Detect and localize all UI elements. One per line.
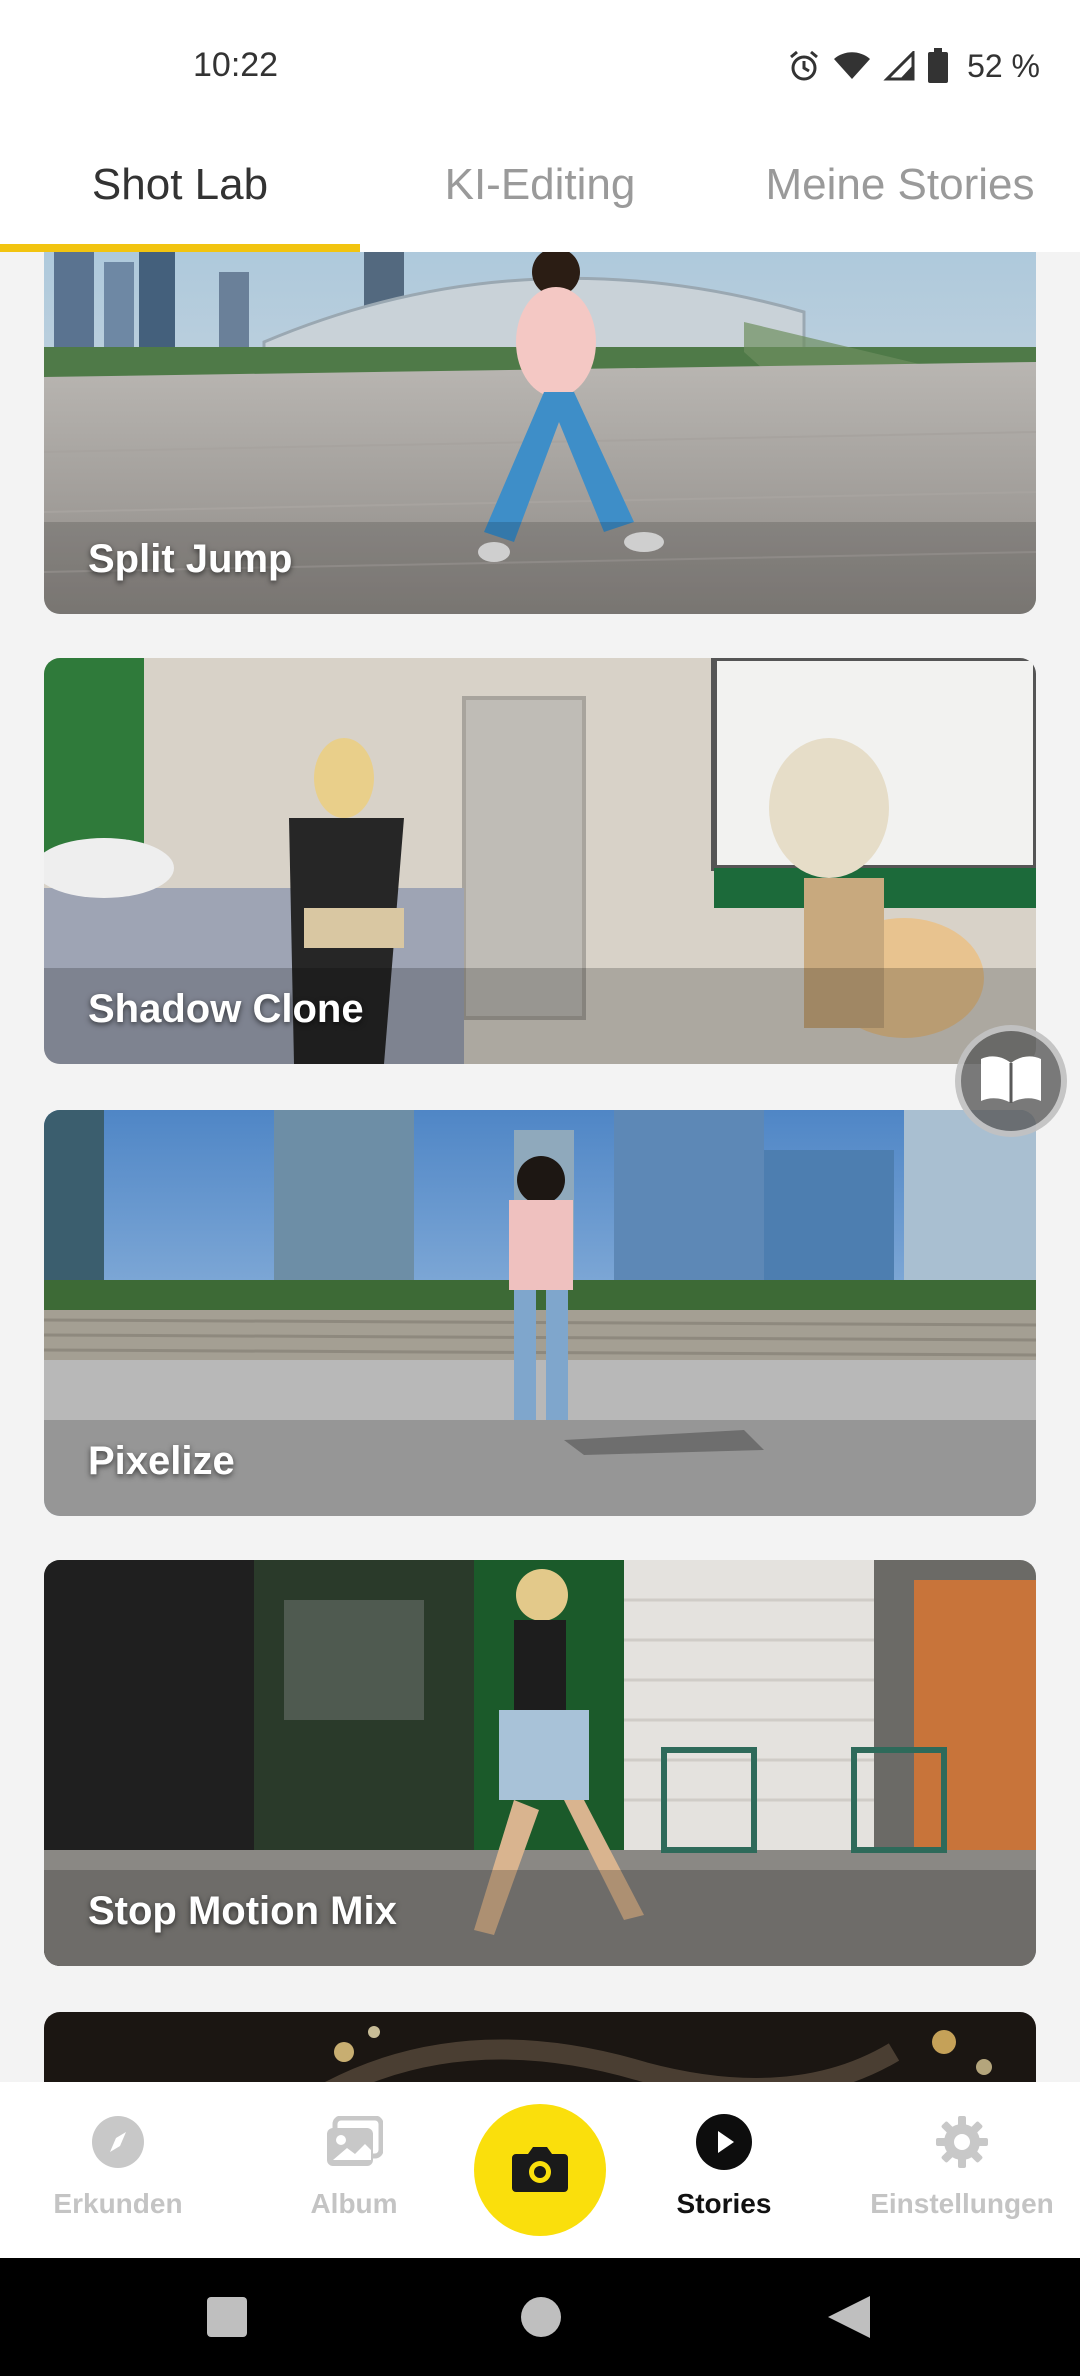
card-pixelize[interactable]: Pixelize: [44, 1110, 1036, 1516]
back-icon[interactable]: [826, 2294, 872, 2345]
nav-label: Erkunden: [53, 2188, 183, 2219]
card-partial[interactable]: [44, 2012, 1036, 2082]
active-tab-indicator: [0, 244, 360, 252]
shot-lab-list[interactable]: Split Jump Shadow Clone Pixelize Stop Mo…: [0, 252, 1080, 2082]
tab-meine-stories[interactable]: Meine Stories: [720, 150, 1080, 220]
card-label: Shadow Clone: [88, 987, 364, 1031]
camera-button[interactable]: [474, 2104, 606, 2236]
tab-shot-lab[interactable]: Shot Lab: [0, 150, 360, 220]
nav-stories[interactable]: Stories: [606, 2082, 842, 2258]
tab-ki-editing[interactable]: KI-Editing: [360, 150, 720, 220]
book-icon: [979, 1053, 1043, 1110]
wifi-icon: [833, 51, 871, 81]
home-icon[interactable]: [520, 2296, 562, 2343]
battery-percent: 52 %: [967, 47, 1040, 84]
nav-label: Stories: [676, 2188, 772, 2219]
card-label: Stop Motion Mix: [88, 1889, 397, 1933]
nav-label: Einstellungen: [870, 2188, 1054, 2219]
signal-icon: [883, 51, 915, 81]
alarm-icon: [787, 49, 821, 83]
system-navigation-bar: [0, 2258, 1080, 2376]
camera-icon: [510, 2144, 570, 2197]
recents-icon[interactable]: [206, 2296, 248, 2343]
nav-erkunden[interactable]: Erkunden: [0, 2082, 236, 2258]
card-label: Split Jump: [88, 537, 293, 581]
nav-label: Album: [310, 2188, 398, 2219]
battery-icon: [927, 48, 949, 84]
album-icon: [325, 2112, 383, 2172]
compass-icon: [90, 2112, 146, 2172]
top-tabs: Shot Lab KI-Editing Meine Stories: [0, 130, 1080, 252]
gear-icon: [934, 2112, 990, 2172]
status-bar: 10:22 52 %: [0, 0, 1080, 130]
nav-album[interactable]: Album: [236, 2082, 472, 2258]
card-shadow-clone[interactable]: Shadow Clone: [44, 658, 1036, 1064]
bottom-navigation: Erkunden Album Stories Einstellungen: [0, 2082, 1080, 2258]
guide-button[interactable]: [955, 1025, 1067, 1137]
status-time: 10:22: [193, 46, 279, 84]
status-icons: 52 %: [787, 44, 1040, 88]
partial-card-thumbnail: [44, 2012, 1036, 2082]
play-icon: [695, 2112, 753, 2172]
card-label: Pixelize: [88, 1439, 235, 1483]
card-split-jump[interactable]: Split Jump: [44, 252, 1036, 614]
card-stop-motion-mix[interactable]: Stop Motion Mix: [44, 1560, 1036, 1966]
nav-einstellungen[interactable]: Einstellungen: [844, 2082, 1080, 2258]
